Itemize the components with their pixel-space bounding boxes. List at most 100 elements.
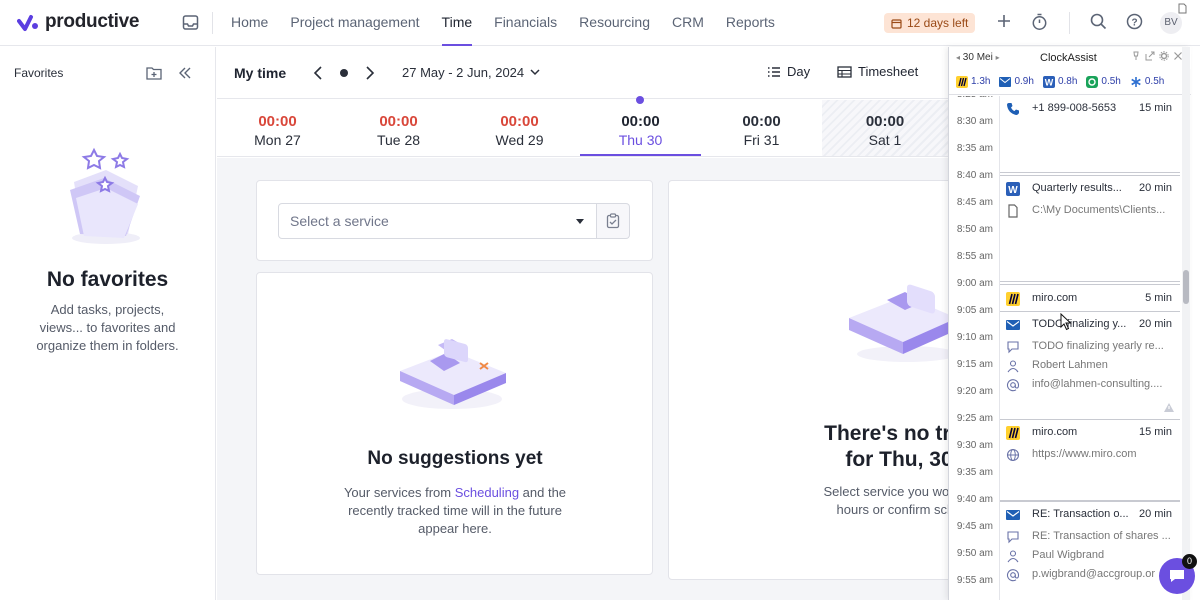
nav-divider xyxy=(212,12,213,34)
nav-resourcing[interactable]: Resourcing xyxy=(579,0,650,46)
event-row: Robert Lahmen xyxy=(1000,356,1180,376)
timeline-time-label: 9:30 am xyxy=(956,440,993,451)
clockassist-title: ClockAssist xyxy=(1040,52,1097,64)
gear-icon[interactable] xyxy=(1159,51,1169,61)
next-day-icon[interactable]: ▸ xyxy=(996,53,1000,62)
prev-week-icon[interactable] xyxy=(313,66,323,80)
collapse-sidebar-icon[interactable] xyxy=(178,66,192,80)
clockassist-timeline[interactable]: 8:25 am 8:30 am 8:35 am 8:40 am 8:45 am 8:50 … xyxy=(949,96,1191,600)
event-row: W Quarterly results... 20 min xyxy=(1000,179,1180,199)
trial-badge[interactable]: 12 days left xyxy=(884,13,976,33)
trial-label: 12 days left xyxy=(907,16,969,30)
day-tab-wed[interactable]: 00:00 Wed 29 xyxy=(459,100,580,156)
event-row: RE: Transaction o... 20 min xyxy=(1000,505,1180,525)
timeline-time-label: 8:55 am xyxy=(956,251,993,262)
user-avatar[interactable]: BV xyxy=(1160,12,1182,34)
no-suggestions-title: No suggestions yet xyxy=(367,448,543,469)
globe-icon xyxy=(1006,448,1020,462)
event-word-document[interactable]: W Quarterly results... 20 min C:\My Docu… xyxy=(1000,175,1180,282)
nav-reports[interactable]: Reports xyxy=(726,0,775,46)
new-folder-icon[interactable] xyxy=(146,66,162,80)
day-tab-sat[interactable]: 00:00 Sat 1 xyxy=(822,100,948,156)
nav-time[interactable]: Time xyxy=(441,0,472,46)
stopwatch-icon[interactable] xyxy=(1031,13,1048,31)
week-day-strip: 00:00 Mon 27 00:00 Tue 28 00:00 Wed 29 0… xyxy=(217,100,948,157)
app-icon xyxy=(1086,75,1099,88)
timeline-time-label: 8:40 am xyxy=(956,170,993,181)
stat-other[interactable]: 0.5h xyxy=(1130,76,1164,88)
scheduling-link[interactable]: Scheduling xyxy=(455,485,519,500)
event-row: C:\My Documents\Clients... xyxy=(1000,201,1180,221)
timeline-time-label: 9:50 am xyxy=(956,548,993,559)
date-range-picker[interactable]: 27 May - 2 Jun, 2024 xyxy=(402,65,540,80)
day-view-button[interactable]: Day xyxy=(767,64,810,79)
chat-icon xyxy=(1170,570,1184,582)
timeline-time-label: 9:05 am xyxy=(956,305,993,316)
event-miro-web[interactable]: miro.com 15 min https://www.miro.com xyxy=(1000,419,1180,501)
nav-crm[interactable]: CRM xyxy=(672,0,704,46)
nav-project-management[interactable]: Project management xyxy=(290,0,419,46)
stat-miro[interactable]: 1.3h xyxy=(956,75,990,88)
favorites-sidebar: Favorites No favorites Add tasks, projec… xyxy=(0,47,216,600)
popout-icon[interactable] xyxy=(1145,51,1155,61)
event-duration: 15 min xyxy=(1138,426,1172,438)
word-icon: W xyxy=(1042,75,1055,88)
day-label: Fri 31 xyxy=(743,132,780,148)
warning-icon[interactable] xyxy=(1163,402,1175,413)
event-phone-call[interactable]: +1 899-008-5653 15 min xyxy=(1000,96,1180,173)
search-icon[interactable] xyxy=(1090,13,1107,30)
timeline-time-label: 8:30 am xyxy=(956,116,993,127)
clockassist-date[interactable]: ◂ 30 Mei ▸ xyxy=(956,52,1000,63)
day-label: Tue 28 xyxy=(376,132,421,148)
prev-day-icon[interactable]: ◂ xyxy=(956,53,960,62)
event-duration: 20 min xyxy=(1138,182,1172,194)
day-total-time: 00:00 xyxy=(742,113,781,130)
stat-word[interactable]: W 0.8h xyxy=(1042,75,1077,88)
nav-divider-right xyxy=(1069,12,1070,34)
nav-home[interactable]: Home xyxy=(231,0,268,46)
nav-financials[interactable]: Financials xyxy=(494,0,557,46)
event-duration: 5 min xyxy=(1145,292,1172,304)
productive-logo-icon xyxy=(17,15,38,31)
clipboard-button[interactable] xyxy=(597,203,630,239)
add-icon[interactable] xyxy=(996,13,1012,29)
event-row: p.wigbrand@accgroup.or xyxy=(1000,565,1180,585)
stat-app[interactable]: 0.5h xyxy=(1086,75,1121,88)
event-title: miro.com xyxy=(1032,292,1078,304)
pin-icon[interactable] xyxy=(1131,51,1141,61)
clockassist-scrollbar-track[interactable] xyxy=(1182,47,1190,600)
timesheet-view-button[interactable]: Timesheet xyxy=(837,64,918,79)
day-tab-tue[interactable]: 00:00 Tue 28 xyxy=(338,100,459,156)
stat-mail[interactable]: 0.9h xyxy=(999,76,1034,87)
timeline-time-label: 9:25 am xyxy=(956,413,993,424)
at-icon xyxy=(1006,569,1020,582)
day-label: Sat 1 xyxy=(868,132,902,148)
service-select[interactable]: Select a service xyxy=(278,203,597,239)
event-row: Paul Wigbrand xyxy=(1000,546,1180,566)
service-select-placeholder: Select a service xyxy=(290,213,389,229)
next-week-icon[interactable] xyxy=(365,66,375,80)
event-title: RE: Transaction o... xyxy=(1032,508,1129,520)
inbox-icon[interactable] xyxy=(182,14,199,31)
time-content: Select a service No suggestions yet Your… xyxy=(217,158,975,600)
event-duration: 15 min xyxy=(1138,102,1172,114)
event-detail: RE: Transaction of shares ... xyxy=(1032,530,1171,542)
brand-logo[interactable]: productive xyxy=(17,11,139,33)
event-duration: 20 min xyxy=(1138,318,1172,330)
timeline-time-label: 9:35 am xyxy=(956,467,993,478)
clockassist-scrollbar-thumb[interactable] xyxy=(1183,270,1189,304)
help-icon[interactable]: ? xyxy=(1126,13,1143,30)
timesheet-view-label: Timesheet xyxy=(858,64,919,79)
event-mail-transaction[interactable]: RE: Transaction o... 20 min RE: Transact… xyxy=(1000,501,1180,600)
day-tab-fri[interactable]: 00:00 Fri 31 xyxy=(701,100,822,156)
timeline-time-label: 9:10 am xyxy=(956,332,993,343)
event-mail-todo[interactable]: TODO finalizing y... 20 min TODO finaliz… xyxy=(1000,311,1180,420)
day-tab-thu[interactable]: 00:00 Thu 30 xyxy=(580,100,701,156)
event-title: Quarterly results... xyxy=(1032,182,1122,194)
notification-doc-icon[interactable] xyxy=(1178,3,1187,14)
day-tab-mon[interactable]: 00:00 Mon 27 xyxy=(217,100,338,156)
event-miro-short[interactable]: miro.com 5 min xyxy=(1000,284,1180,311)
asterisk-icon xyxy=(1131,76,1141,87)
day-label: Mon 27 xyxy=(254,132,301,148)
today-dot-button[interactable] xyxy=(340,69,348,77)
